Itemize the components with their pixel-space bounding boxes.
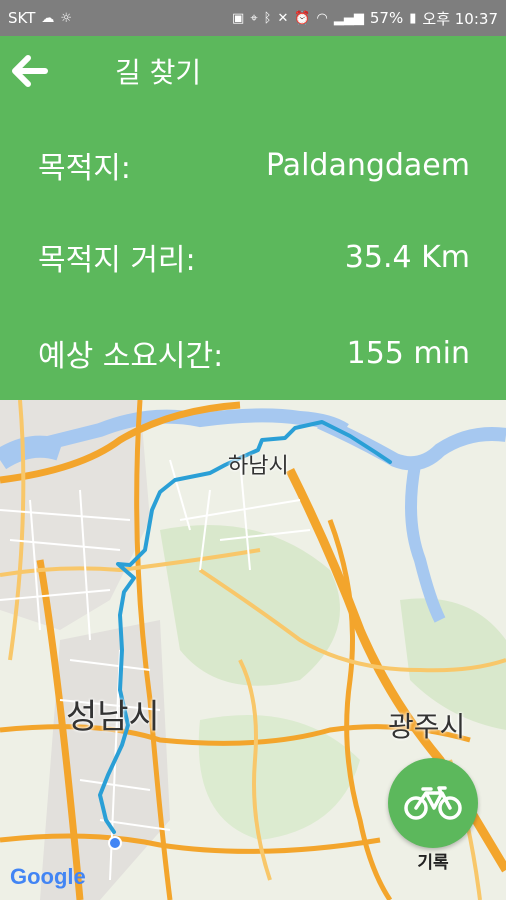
location-icon: ⌖: [250, 10, 258, 26]
alarm-icon: ⏰: [294, 10, 311, 26]
bicycle-icon: [404, 786, 462, 820]
record-fab[interactable]: [388, 758, 478, 848]
duration-label: 예상 소요시간:: [38, 339, 224, 374]
map-label-hanam: 하남시: [228, 454, 289, 479]
mute-icon: ✕: [277, 10, 289, 26]
map-label-gwangju: 광주시: [388, 710, 466, 743]
carrier-label: SKT: [8, 9, 36, 27]
destination-label: 목적지:: [38, 151, 131, 186]
signal-icon: ▂▄▆: [333, 10, 364, 26]
distance-row: 목적지 거리: 35.4 Km: [38, 235, 470, 279]
back-button[interactable]: [0, 36, 60, 106]
back-arrow-icon: [12, 55, 48, 87]
cloud-icon: ☁: [41, 10, 55, 26]
distance-label: 목적지 거리:: [38, 243, 196, 278]
weather-icon: ☼: [60, 10, 73, 26]
clock: 오후 10:37: [422, 9, 498, 28]
current-location-dot: [108, 836, 122, 850]
destination-row: 목적지: Paldangdaem: [38, 143, 470, 187]
map-label-seongnam: 성남시: [66, 697, 160, 737]
destination-value: Paldangdaem: [265, 147, 470, 183]
battery-percent: 57%: [369, 9, 404, 27]
attribution-text: Google: [10, 864, 86, 889]
route-header: 길 찾기 목적지: Paldangdaem 목적지 거리: 35.4 Km 예상…: [0, 36, 506, 400]
record-label: 기록: [417, 853, 449, 873]
duration-row: 예상 소요시간: 155 min: [38, 331, 470, 375]
app-bar: 길 찾기: [0, 36, 506, 106]
bluetooth-icon: ᛒ: [263, 10, 272, 26]
duration-value: 155 min: [346, 335, 470, 371]
distance-value: 35.4 Km: [344, 239, 470, 275]
sim-icon: ▣: [232, 10, 245, 26]
status-bar: SKT ☁ ☼ ▣ ⌖ ᛒ ✕ ⏰ ◠ ▂▄▆ 57% ▮ 오후 10:37: [0, 0, 506, 36]
battery-icon: ▮: [409, 10, 417, 26]
google-logo: Google: [10, 864, 86, 890]
wifi-icon: ◠: [316, 10, 328, 26]
page-title: 길 찾기: [115, 56, 202, 89]
